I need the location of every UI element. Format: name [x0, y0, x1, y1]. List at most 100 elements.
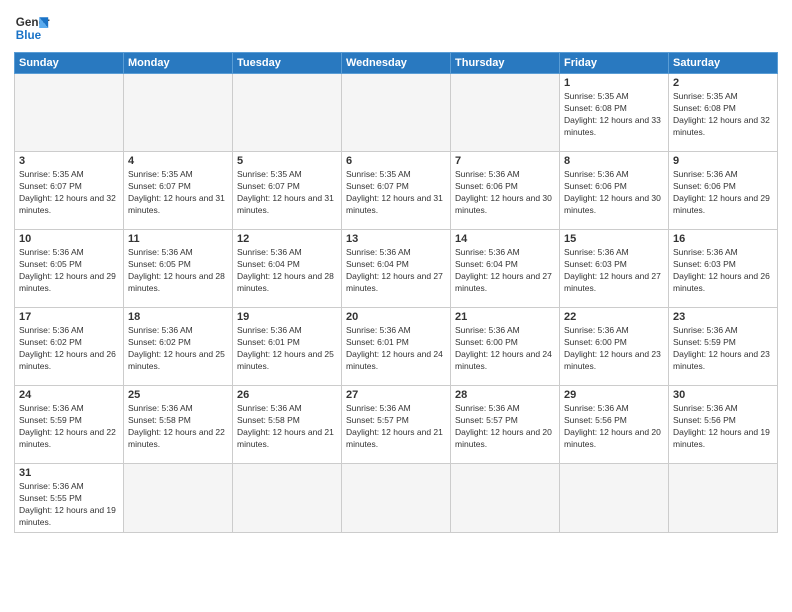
calendar-cell: 12 Sunrise: 5:36 AM Sunset: 6:04 PM Dayli… — [233, 230, 342, 308]
day-info: Sunrise: 5:35 AM Sunset: 6:07 PM Dayligh… — [19, 169, 119, 217]
header-wednesday: Wednesday — [342, 53, 451, 74]
day-number: 2 — [673, 77, 773, 89]
calendar-cell: 7Sunrise: 5:36 AM Sunset: 6:06 PM Daylig… — [451, 152, 560, 230]
day-info: Sunrise: 5:35 AM Sunset: 6:07 PM Dayligh… — [346, 169, 446, 217]
calendar-cell: 21 Sunrise: 5:36 AM Sunset: 6:00 PM Dayli… — [451, 308, 560, 386]
day-number: 21 — [455, 311, 555, 323]
calendar-cell: 29Sunrise: 5:36 AM Sunset: 5:56 PM Dayli… — [560, 386, 669, 464]
calendar-cell: 24 Sunrise: 5:36 AM Sunset: 5:59 PM Dayli… — [15, 386, 124, 464]
calendar-week-row: 17Sunrise: 5:36 AM Sunset: 6:02 PM Dayli… — [15, 308, 778, 386]
day-number: 18 — [128, 311, 228, 323]
day-number: 12 — [237, 233, 337, 245]
day-number: 15 — [564, 233, 664, 245]
calendar-cell — [124, 74, 233, 152]
day-info: Sunrise: 5:36 AM Sunset: 5:55 PM Dayligh… — [19, 481, 119, 529]
day-number: 22 — [564, 311, 664, 323]
day-info: Sunrise: 5:36 AM Sunset: 5:56 PM Dayligh… — [673, 403, 773, 451]
day-number: 19 — [237, 311, 337, 323]
header: General Blue — [14, 10, 778, 46]
day-number: 7 — [455, 155, 555, 167]
day-number: 23 — [673, 311, 773, 323]
calendar-cell: 13Sunrise: 5:36 AM Sunset: 6:04 PM Dayli… — [342, 230, 451, 308]
day-number: 3 — [19, 155, 119, 167]
calendar-cell: 18 Sunrise: 5:36 AM Sunset: 6:02 PM Dayli… — [124, 308, 233, 386]
day-number: 11 — [128, 233, 228, 245]
header-monday: Monday — [124, 53, 233, 74]
calendar-cell: 3 Sunrise: 5:35 AM Sunset: 6:07 PM Daylig… — [15, 152, 124, 230]
day-info: Sunrise: 5:36 AM Sunset: 6:02 PM Dayligh… — [128, 325, 228, 373]
day-number: 30 — [673, 389, 773, 401]
calendar-cell: 8Sunrise: 5:36 AM Sunset: 6:06 PM Daylig… — [560, 152, 669, 230]
day-number: 20 — [346, 311, 446, 323]
day-info: Sunrise: 5:36 AM Sunset: 6:06 PM Dayligh… — [673, 169, 773, 217]
calendar-cell: 23 Sunrise: 5:36 AM Sunset: 5:59 PM Dayli… — [669, 308, 778, 386]
calendar-cell — [233, 464, 342, 533]
day-info: Sunrise: 5:36 AM Sunset: 5:57 PM Dayligh… — [346, 403, 446, 451]
header-tuesday: Tuesday — [233, 53, 342, 74]
calendar-cell: 11 Sunrise: 5:36 AM Sunset: 6:05 PM Dayli… — [124, 230, 233, 308]
calendar-week-row: 10Sunrise: 5:36 AM Sunset: 6:05 PM Dayli… — [15, 230, 778, 308]
calendar-cell: 10Sunrise: 5:36 AM Sunset: 6:05 PM Dayli… — [15, 230, 124, 308]
header-friday: Friday — [560, 53, 669, 74]
day-number: 25 — [128, 389, 228, 401]
calendar-cell: 1Sunrise: 5:35 AM Sunset: 6:08 PM Daylig… — [560, 74, 669, 152]
day-info: Sunrise: 5:36 AM Sunset: 5:58 PM Dayligh… — [237, 403, 337, 451]
calendar-cell: 9Sunrise: 5:36 AM Sunset: 6:06 PM Daylig… — [669, 152, 778, 230]
calendar-week-row: 31 Sunrise: 5:36 AM Sunset: 5:55 PM Dayli… — [15, 464, 778, 533]
calendar-cell — [560, 464, 669, 533]
calendar-cell: 31 Sunrise: 5:36 AM Sunset: 5:55 PM Dayli… — [15, 464, 124, 533]
header-sunday: Sunday — [15, 53, 124, 74]
calendar-cell: 2 Sunrise: 5:35 AM Sunset: 6:08 PM Daylig… — [669, 74, 778, 152]
day-info: Sunrise: 5:36 AM Sunset: 5:59 PM Dayligh… — [673, 325, 773, 373]
day-info: Sunrise: 5:36 AM Sunset: 6:02 PM Dayligh… — [19, 325, 119, 373]
day-number: 16 — [673, 233, 773, 245]
calendar-cell — [15, 74, 124, 152]
day-info: Sunrise: 5:36 AM Sunset: 6:01 PM Dayligh… — [237, 325, 337, 373]
day-info: Sunrise: 5:36 AM Sunset: 6:00 PM Dayligh… — [564, 325, 664, 373]
generalblue-logo-icon: General Blue — [14, 10, 50, 46]
calendar-cell — [669, 464, 778, 533]
logo: General Blue — [14, 10, 50, 46]
day-info: Sunrise: 5:36 AM Sunset: 6:00 PM Dayligh… — [455, 325, 555, 373]
day-number: 29 — [564, 389, 664, 401]
day-info: Sunrise: 5:36 AM Sunset: 6:05 PM Dayligh… — [19, 247, 119, 295]
calendar-cell — [342, 74, 451, 152]
day-info: Sunrise: 5:35 AM Sunset: 6:07 PM Dayligh… — [128, 169, 228, 217]
calendar-cell: 20 Sunrise: 5:36 AM Sunset: 6:01 PM Dayli… — [342, 308, 451, 386]
calendar-cell: 14Sunrise: 5:36 AM Sunset: 6:04 PM Dayli… — [451, 230, 560, 308]
day-number: 31 — [19, 467, 119, 479]
calendar-cell: 25Sunrise: 5:36 AM Sunset: 5:58 PM Dayli… — [124, 386, 233, 464]
calendar-cell: 15 Sunrise: 5:36 AM Sunset: 6:03 PM Dayli… — [560, 230, 669, 308]
day-info: Sunrise: 5:36 AM Sunset: 5:59 PM Dayligh… — [19, 403, 119, 451]
day-number: 28 — [455, 389, 555, 401]
calendar-cell — [451, 464, 560, 533]
calendar-cell: 26 Sunrise: 5:36 AM Sunset: 5:58 PM Dayli… — [233, 386, 342, 464]
calendar-cell: 27 Sunrise: 5:36 AM Sunset: 5:57 PM Dayli… — [342, 386, 451, 464]
day-info: Sunrise: 5:35 AM Sunset: 6:08 PM Dayligh… — [673, 91, 773, 139]
calendar-cell: 16Sunrise: 5:36 AM Sunset: 6:03 PM Dayli… — [669, 230, 778, 308]
calendar-cell — [124, 464, 233, 533]
day-number: 24 — [19, 389, 119, 401]
calendar-cell: 17Sunrise: 5:36 AM Sunset: 6:02 PM Dayli… — [15, 308, 124, 386]
day-number: 26 — [237, 389, 337, 401]
calendar-cell — [342, 464, 451, 533]
day-info: Sunrise: 5:36 AM Sunset: 6:06 PM Dayligh… — [564, 169, 664, 217]
day-info: Sunrise: 5:36 AM Sunset: 6:04 PM Dayligh… — [237, 247, 337, 295]
day-info: Sunrise: 5:36 AM Sunset: 6:01 PM Dayligh… — [346, 325, 446, 373]
day-number: 13 — [346, 233, 446, 245]
calendar-week-row: 1 Sunrise: 5:35 AM Sunset: 6:08 PM Daylig… — [15, 74, 778, 152]
day-info: Sunrise: 5:36 AM Sunset: 6:05 PM Dayligh… — [128, 247, 228, 295]
day-number: 5 — [237, 155, 337, 167]
day-number: 1 — [564, 77, 664, 89]
day-number: 27 — [346, 389, 446, 401]
calendar-week-row: 24 Sunrise: 5:36 AM Sunset: 5:59 PM Dayli… — [15, 386, 778, 464]
day-info: Sunrise: 5:36 AM Sunset: 6:03 PM Dayligh… — [564, 247, 664, 295]
day-info: Sunrise: 5:36 AM Sunset: 5:57 PM Dayligh… — [455, 403, 555, 451]
calendar-page: General Blue Sunday Monday Tuesday Wedne… — [0, 0, 792, 612]
day-number: 4 — [128, 155, 228, 167]
calendar-cell: 6 Sunrise: 5:35 AM Sunset: 6:07 PM Daylig… — [342, 152, 451, 230]
day-number: 6 — [346, 155, 446, 167]
weekday-header-row: Sunday Monday Tuesday Wednesday Thursday… — [15, 53, 778, 74]
calendar-cell: 22 Sunrise: 5:36 AM Sunset: 6:00 PM Dayli… — [560, 308, 669, 386]
header-thursday: Thursday — [451, 53, 560, 74]
